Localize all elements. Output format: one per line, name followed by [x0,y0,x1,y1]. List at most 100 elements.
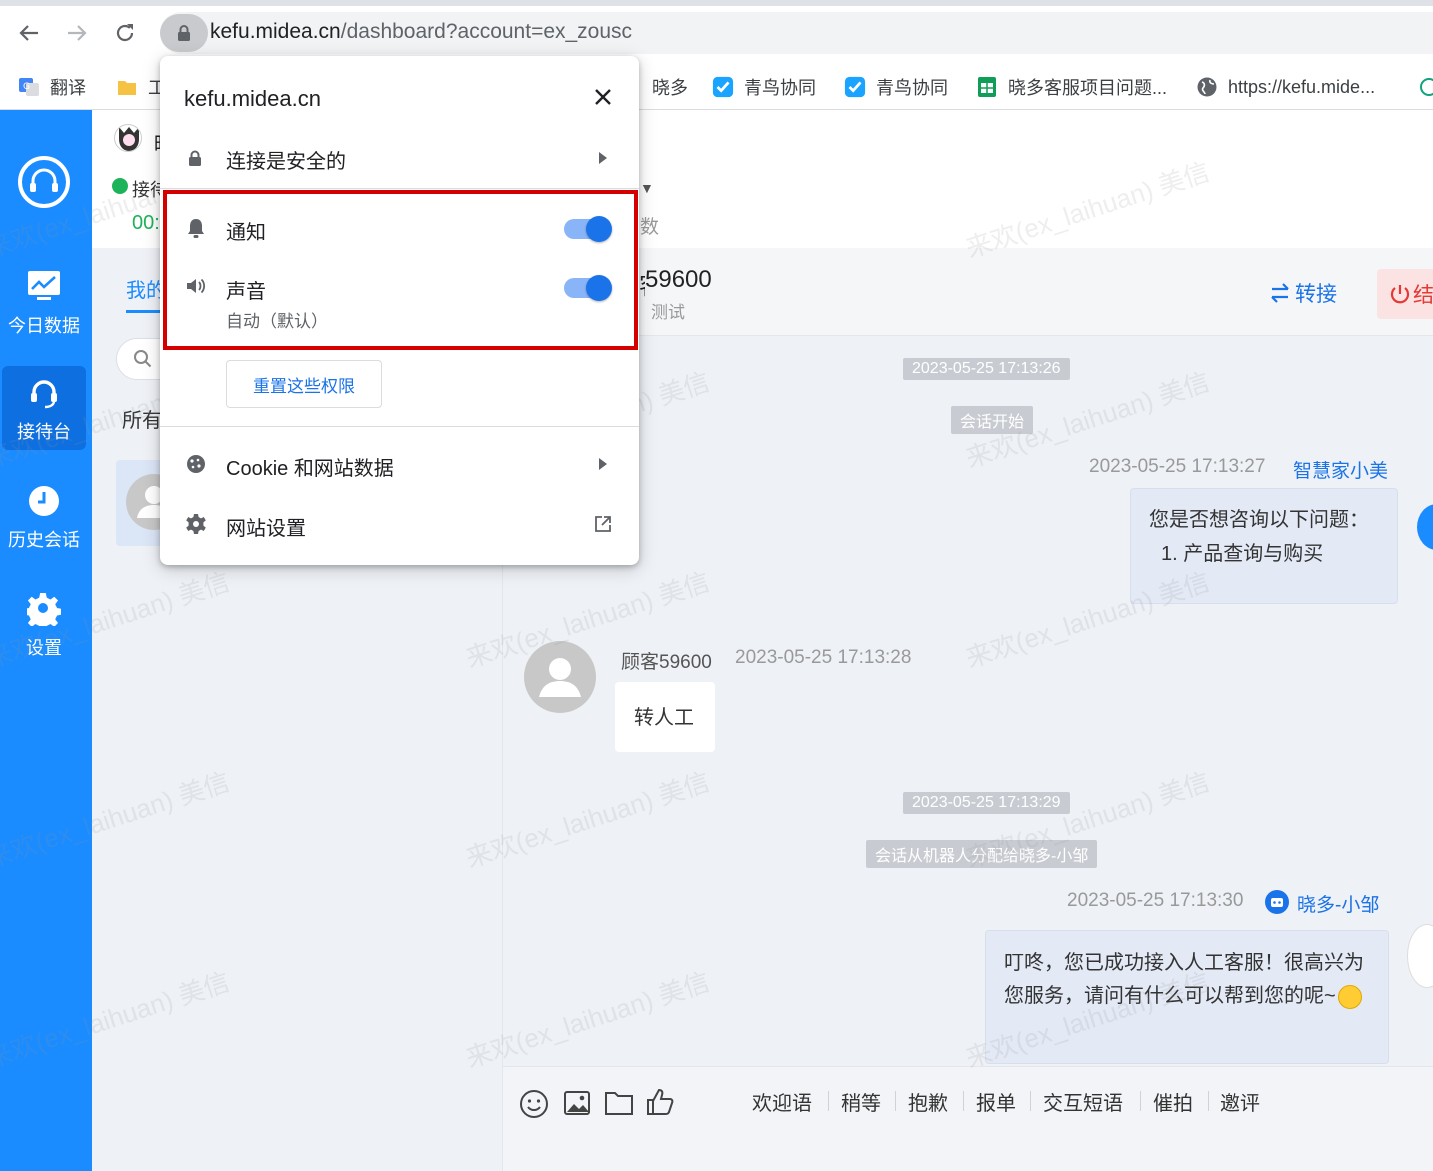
divider [160,426,639,427]
nav-label: 设置 [26,638,62,658]
divider [160,188,639,189]
bookmark-item[interactable]: 青鸟协同 [712,70,816,104]
bell-icon [188,219,204,238]
site-info-popup: kefu.midea.cn 连接是安全的 通知 声音 自动（默认） 重置这些权限… [160,56,639,565]
nav-reception[interactable]: 接待台 [2,366,86,450]
reset-permissions-button[interactable]: 重置这些权限 [226,360,382,408]
quick-phrase-interaction[interactable]: 交互短语 [1043,1087,1123,1116]
emoji-icon[interactable] [519,1089,549,1119]
bookmark-label: https://kefu.mide... [1228,76,1376,97]
sender-name: 智慧家小美 [1293,461,1389,482]
thumbs-up-icon[interactable] [645,1087,675,1117]
lock-icon [178,25,190,41]
quick-phrase-review[interactable]: 邀评 [1220,1087,1260,1116]
left-navigation: 今日数据 接待台 历史会话 设置 [0,110,92,1171]
sound-sublabel: 自动（默认） [226,312,328,331]
composer-toolbar: 欢迎语 稍等 抱歉 报单 交互短语 催拍 邀评 [503,1066,1433,1171]
browser-toolbar: kefu.midea.cn/dashboard?account=ex_zousc [0,0,1433,64]
bookmark-label: 晓多 [652,78,688,98]
online-timer: 00: [132,212,160,234]
quick-phrase-welcome[interactable]: 欢迎语 [752,1087,812,1116]
bot-avatar [1417,504,1433,550]
transfer-button[interactable]: 转接 [1269,278,1337,308]
reset-permissions-label: 重置这些权限 [253,376,355,396]
connection-secure-label: 连接是安全的 [226,151,346,173]
nav-label: 历史会话 [8,530,80,550]
nav-settings[interactable]: 设置 [2,582,86,666]
system-message: 会话从机器人分配给晓多-小邹 [866,840,1098,868]
divider [963,1091,964,1111]
quick-phrase-wait[interactable]: 稍等 [841,1087,881,1116]
power-icon [1390,285,1410,304]
toggle-knob [586,275,612,301]
end-label: 结 [1413,284,1433,307]
customer-id-text: 59600 [645,266,712,293]
notification-permission-row: 通知 [160,208,639,248]
nav-today-data[interactable]: 今日数据 [2,260,86,344]
bookmark-item[interactable]: G 翻译 [18,70,86,104]
folder-icon[interactable] [604,1089,634,1117]
url-path: /dashboard?account=ex_zousc [340,20,633,43]
time-divider: 2023-05-25 17:13:29 [903,792,1070,814]
dropdown-caret-icon[interactable]: ▼ [640,180,654,196]
forward-button[interactable] [62,18,92,48]
bookmark-folder[interactable]: 工 [116,70,166,104]
chart-icon [28,271,60,300]
agent-avatar [114,124,142,152]
close-icon[interactable] [594,88,612,106]
connection-secure-row[interactable]: 连接是安全的 [160,138,639,178]
check-badge-icon [712,76,734,98]
reload-button[interactable] [110,18,140,48]
cookie-row[interactable]: Cookie 和网站数据 [160,444,639,484]
clock-icon [29,486,59,516]
sound-label: 声音 [226,281,266,303]
divider [828,1091,829,1111]
agent-message-bubble: 叮咚，您已成功接入人工客服！很高兴为您服务，请问有什么可以帮到您的呢~ [985,930,1389,1064]
message-option[interactable]: 1. 产品查询与购买 [1149,537,1379,571]
sound-toggle[interactable] [564,275,612,301]
end-session-button[interactable]: 结 [1377,269,1433,319]
lock-icon [189,150,201,166]
notification-toggle[interactable] [564,216,612,242]
nav-label: 今日数据 [8,316,80,336]
nav-label: 接待台 [17,422,71,442]
message-time: 2023-05-25 17:13:28 [735,647,912,668]
bookmark-item[interactable]: 晓多 [652,70,688,104]
bookmark-label: 青鸟协同 [744,78,816,98]
bookmark-label: 晓多客服项目问题... [1008,78,1168,98]
site-settings-row[interactable]: 网站设置 [160,504,639,544]
toggle-knob [586,216,612,242]
filter-all[interactable]: 所有 [122,404,162,433]
cookie-icon [187,455,205,473]
back-button[interactable] [14,18,44,48]
stat-label: 数 [640,217,660,238]
chat-panel: ​ 客59600 测试 转接 结 2023-05-25 17:13:26 会话开… [503,248,1433,1171]
bookmark-item[interactable]: 青鸟协同 [844,70,948,104]
speaker-icon [187,278,206,294]
openai-icon [1418,76,1433,98]
open-in-new-icon [595,516,611,532]
url-text[interactable]: kefu.midea.cn/dashboard?account=ex_zousc [210,20,632,44]
reload-icon [116,24,134,42]
nav-history[interactable]: 历史会话 [2,474,86,558]
gear-icon [186,514,206,534]
sound-permission-row: 声音 自动（默认） [160,266,639,331]
logo-headset-icon [18,156,70,208]
bookmark-item[interactable]: 晓多客服项目问题... [976,70,1167,104]
quick-phrase-urge[interactable]: 催拍 [1153,1087,1193,1116]
bookmark-item-partial[interactable] [1418,70,1433,104]
search-icon [134,350,152,368]
customer-message-bubble: 转人工 [615,682,715,752]
quick-phrase-sorry[interactable]: 抱歉 [908,1087,948,1116]
time-divider: 2023-05-25 17:13:26 [903,358,1070,380]
image-icon[interactable] [563,1089,591,1117]
gear-icon [27,592,61,626]
bookmark-item[interactable]: https://kefu.mide... [1196,70,1375,104]
quick-phrase-report[interactable]: 报单 [976,1087,1016,1116]
customer-avatar [524,641,596,713]
check-badge-icon [844,76,866,98]
agent-avatar [1407,924,1433,988]
divider [1030,1091,1031,1111]
sender-name: 顾客59600 [621,652,712,673]
site-info-button[interactable] [160,14,208,52]
